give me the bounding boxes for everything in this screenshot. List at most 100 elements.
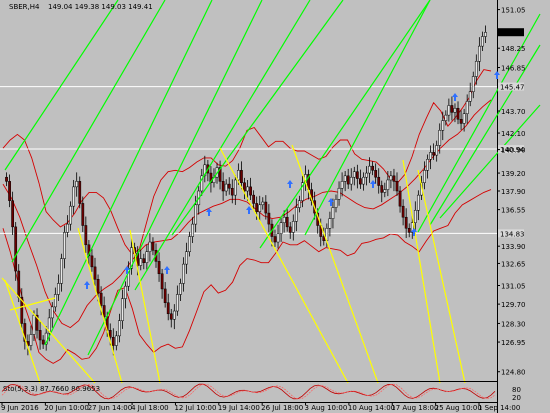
x-tick-label: 17 Aug 18:00: [391, 404, 438, 412]
candle-body: [243, 182, 246, 192]
candle-body: [194, 204, 198, 225]
x-tick-label: 25 Aug 10:00: [435, 404, 482, 412]
candle-body: [224, 183, 228, 192]
candle-body: [145, 251, 149, 263]
candle-body: [60, 258, 63, 284]
candle-body: [365, 172, 368, 178]
candle-body: [264, 201, 268, 214]
candle-body: [236, 170, 240, 181]
y-tick-label: 126.95: [501, 339, 526, 347]
candle-body: [258, 204, 262, 212]
candle-body: [182, 263, 185, 284]
candle-body: [279, 222, 283, 235]
candle-body: [432, 152, 435, 156]
candle-body: [429, 152, 432, 160]
candle-body: [450, 105, 454, 113]
candle-body: [368, 165, 371, 174]
y-tick-label: 142.10: [501, 130, 526, 138]
candle-body: [5, 176, 8, 182]
candle-body: [175, 294, 179, 312]
y-tick-label: 151.05: [501, 7, 526, 15]
candle-body: [355, 171, 359, 179]
candle-body: [328, 218, 332, 229]
candle-body: [484, 32, 487, 37]
y-tick-label: 131.05: [501, 283, 526, 291]
level-label: 145.47: [500, 84, 525, 92]
candle-body: [32, 314, 36, 335]
candle-body: [477, 45, 481, 62]
candle-body: [255, 203, 259, 212]
candle-body: [11, 200, 15, 228]
y-tick-label: 133.90: [501, 243, 526, 251]
osc-scale-top: 80: [512, 386, 521, 394]
y-tick-label: 128.30: [501, 320, 526, 328]
candle-body: [233, 179, 237, 196]
candle-body: [124, 285, 127, 299]
candle-body: [249, 186, 252, 196]
candle-body: [50, 306, 54, 319]
chart-window: SBER,H4 149.04 149.38 149.03 149.41 Sto(…: [0, 0, 550, 413]
candle-body: [282, 216, 286, 223]
candle-body: [72, 186, 76, 207]
candle-body: [8, 181, 11, 201]
candle-body: [407, 227, 411, 233]
candle-body: [404, 216, 408, 229]
candle-body: [179, 283, 182, 295]
candle-body: [246, 186, 249, 192]
candle-body: [84, 225, 88, 246]
candle-body: [352, 171, 356, 178]
candle-body: [252, 194, 256, 204]
candle-body: [346, 175, 350, 185]
candle-body: [29, 334, 33, 346]
chart-symbol: SBER,H4: [9, 3, 40, 11]
candle-body: [474, 61, 478, 77]
candle-body: [53, 294, 57, 308]
candle-body: [240, 170, 243, 183]
price-chart[interactable]: SBER,H4 149.04 149.38 149.03 149.41 Sto(…: [0, 0, 550, 413]
candle-body: [340, 181, 344, 189]
candle-body: [456, 107, 460, 120]
candle-body: [99, 292, 103, 306]
candle-body: [17, 270, 21, 298]
x-tick-label: 12 Jul 10:00: [174, 404, 216, 412]
x-tick-label: 9 Jun 2016: [1, 404, 39, 412]
y-tick-label: 139.20: [501, 170, 526, 178]
candle-body: [337, 187, 341, 200]
candle-body: [14, 226, 18, 272]
candle-body: [447, 105, 451, 116]
candle-body: [227, 183, 231, 189]
candle-body: [471, 76, 475, 92]
candle-body: [121, 298, 124, 321]
candle-body: [38, 330, 42, 341]
candle-body: [160, 273, 164, 290]
candle-body: [468, 91, 472, 102]
candle-body: [69, 205, 72, 225]
candle-body: [63, 232, 66, 259]
osc-scale-bottom: 20: [512, 394, 521, 402]
candle-body: [96, 279, 100, 294]
candle-body: [142, 258, 146, 263]
candle-body: [322, 236, 326, 241]
candle-body: [386, 179, 390, 190]
candle-body: [261, 201, 265, 206]
candle-body: [57, 283, 60, 295]
candle-body: [102, 305, 106, 317]
x-tick-label: 20 Jun 10:00: [44, 404, 88, 412]
candle-body: [111, 336, 115, 346]
y-tick-label: 136.55: [501, 207, 526, 215]
candle-body: [166, 302, 170, 315]
candle-body: [298, 200, 301, 208]
candle-body: [362, 176, 365, 185]
candle-body: [157, 261, 161, 275]
candle-body: [151, 241, 155, 251]
x-tick-label: 4 Jul 18:00: [131, 404, 169, 412]
candle-body: [398, 190, 402, 207]
candle-body: [383, 189, 387, 193]
candle-body: [169, 313, 173, 320]
candle-body: [93, 266, 97, 280]
candle-body: [413, 210, 417, 223]
candle-body: [90, 255, 94, 268]
candle-body: [459, 119, 463, 124]
candle-body: [395, 181, 399, 192]
candle-body: [288, 226, 292, 233]
